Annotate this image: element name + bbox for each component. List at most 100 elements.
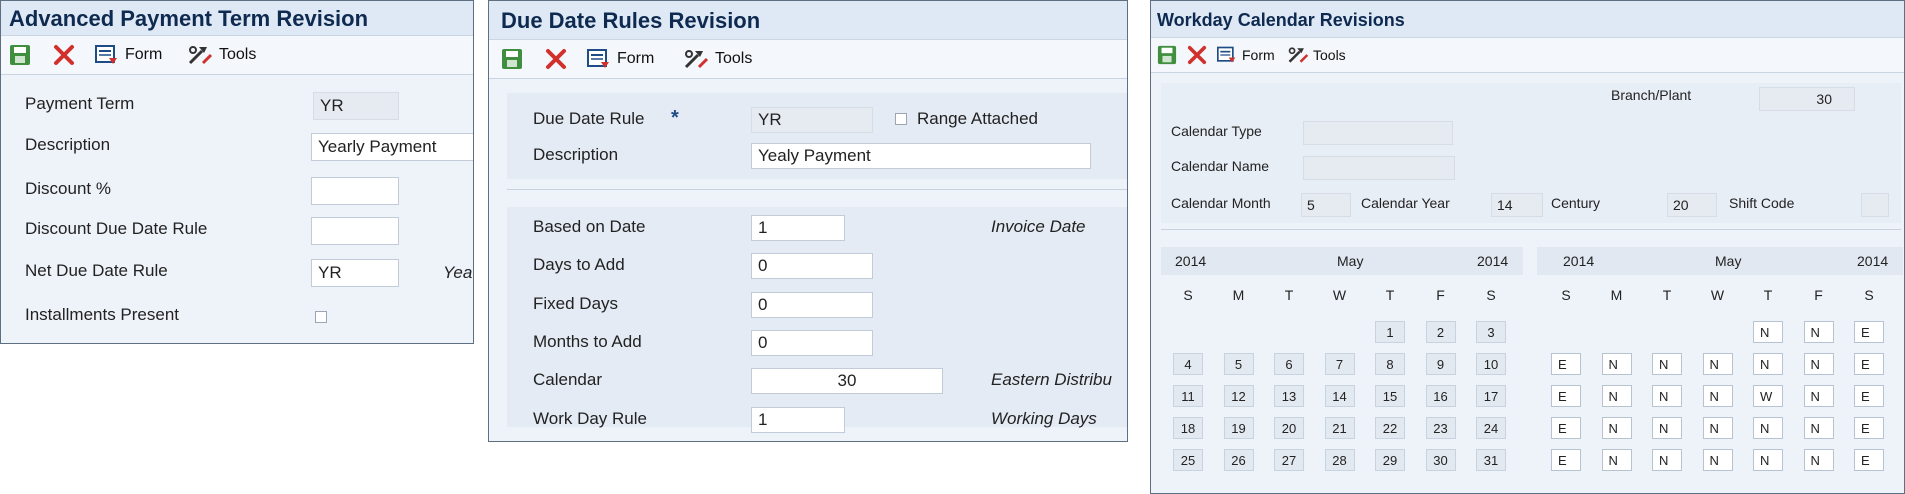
- calendar-name-field: [1303, 156, 1455, 180]
- workday-code-input[interactable]: N: [1652, 417, 1682, 439]
- tools-menu-label: Tools: [219, 46, 257, 63]
- day-of-week-header: W: [1332, 287, 1347, 303]
- calendar-day-cell: 6: [1274, 353, 1304, 375]
- workday-code-input[interactable]: N: [1753, 417, 1783, 439]
- net-due-date-rule-label: Net Due Date Rule: [25, 261, 168, 280]
- workday-code-input[interactable]: E: [1854, 449, 1884, 471]
- tools-icon: [188, 46, 213, 65]
- workday-code-input[interactable]: E: [1551, 385, 1581, 407]
- based-on-date-description: Invoice Date: [991, 217, 1086, 236]
- calendar-type-label: Calendar Type: [1171, 123, 1262, 139]
- calendar-name-label: Calendar Name: [1171, 158, 1270, 174]
- calendar-dates-grid: 2014 May 2014 S M T W T F S 1 2 3 4 5 6 7 8 9 10 11 12 13 14…: [1161, 247, 1523, 485]
- workday-code-input[interactable]: N: [1803, 321, 1834, 343]
- workday-code-input[interactable]: E: [1551, 417, 1581, 439]
- day-of-week-header: T: [1385, 287, 1395, 303]
- century-field: 20: [1667, 193, 1717, 217]
- workday-code-input[interactable]: N: [1702, 417, 1733, 439]
- tools-menu-button[interactable]: Tools: [1287, 45, 1346, 65]
- tools-menu-button[interactable]: Tools: [187, 44, 256, 66]
- months-to-add-label: Months to Add: [533, 332, 642, 351]
- calendar-input[interactable]: 30: [751, 368, 943, 394]
- calendar-label: Calendar: [533, 370, 602, 389]
- advanced-payment-term-panel: Advanced Payment Term Revision Form Tool…: [0, 0, 474, 344]
- workday-code-input[interactable]: N: [1803, 449, 1834, 471]
- delete-icon[interactable]: [545, 48, 567, 70]
- workday-code-input[interactable]: N: [1652, 385, 1682, 407]
- form-menu-button[interactable]: Form: [587, 48, 654, 70]
- form-icon: [587, 49, 609, 68]
- workday-code-input[interactable]: E: [1854, 385, 1884, 407]
- net-due-date-rule-input[interactable]: YR: [311, 259, 399, 287]
- workday-code-input[interactable]: E: [1854, 353, 1884, 375]
- calendar-year-left: 2014: [1563, 253, 1595, 269]
- workday-code-input[interactable]: N: [1601, 353, 1632, 375]
- discount-due-date-rule-input[interactable]: [311, 217, 399, 245]
- description-input[interactable]: Yealy Payment: [751, 143, 1091, 169]
- workday-code-input[interactable]: N: [1601, 385, 1632, 407]
- delete-icon[interactable]: [1187, 45, 1207, 65]
- workday-code-input[interactable]: N: [1753, 449, 1783, 471]
- workday-code-input[interactable]: N: [1753, 321, 1783, 343]
- calendar-header: 2014 May 2014: [1161, 247, 1523, 275]
- toolbar: Form Tools: [489, 40, 1127, 79]
- delete-icon[interactable]: [53, 44, 75, 66]
- workday-code-input[interactable]: N: [1652, 353, 1682, 375]
- form-menu-button[interactable]: Form: [95, 44, 162, 66]
- workday-code-input[interactable]: N: [1702, 385, 1733, 407]
- workday-code-input[interactable]: E: [1854, 321, 1884, 343]
- calendar-header: 2014 May 2014: [1537, 247, 1903, 275]
- panel-title: Workday Calendar Revisions: [1157, 10, 1405, 30]
- installments-present-checkbox[interactable]: [315, 311, 327, 323]
- months-to-add-input[interactable]: 0: [751, 330, 873, 356]
- days-to-add-input[interactable]: 0: [751, 253, 873, 279]
- based-on-date-input[interactable]: 1: [751, 215, 845, 241]
- payment-term-field: YR: [313, 92, 399, 120]
- calendar-day-cell: 1: [1375, 321, 1405, 343]
- day-of-week-header: T: [1763, 287, 1773, 303]
- calendar-year-right: 2014: [1857, 253, 1889, 269]
- workday-code-input[interactable]: E: [1551, 449, 1581, 471]
- workday-code-input[interactable]: N: [1803, 385, 1834, 407]
- panel-title-bar: Due Date Rules Revision: [489, 1, 1127, 40]
- form-menu-button[interactable]: Form: [1217, 45, 1275, 65]
- description-input[interactable]: Yearly Payment: [311, 133, 473, 161]
- range-attached-checkbox[interactable]: [895, 113, 907, 125]
- calendar-year-right: 2014: [1477, 253, 1509, 269]
- work-day-rule-input[interactable]: 1: [751, 407, 845, 433]
- discount-percent-input[interactable]: [311, 177, 399, 205]
- due-date-rule-label: Due Date Rule: [533, 109, 645, 128]
- workday-code-input[interactable]: E: [1551, 353, 1581, 375]
- workday-code-input[interactable]: N: [1753, 353, 1783, 375]
- calendar-description: Eastern Distribu: [991, 370, 1112, 389]
- calendar-day-cell: 13: [1274, 385, 1304, 407]
- save-icon[interactable]: [9, 44, 31, 66]
- fixed-days-input[interactable]: 0: [751, 292, 873, 318]
- calendar-day-cell: 28: [1324, 449, 1355, 471]
- workday-code-input[interactable]: N: [1652, 449, 1682, 471]
- save-icon[interactable]: [501, 48, 523, 70]
- day-of-week-header: F: [1436, 287, 1445, 303]
- tools-menu-label: Tools: [1313, 47, 1346, 63]
- workday-code-input[interactable]: N: [1702, 353, 1733, 375]
- shift-code-label: Shift Code: [1729, 195, 1795, 211]
- required-indicator: *: [671, 107, 679, 129]
- calendar-type-field: [1303, 121, 1453, 145]
- day-of-week-header: F: [1814, 287, 1823, 303]
- workday-code-input[interactable]: N: [1601, 417, 1632, 439]
- calendar-day-cell: 30: [1425, 449, 1456, 471]
- save-icon[interactable]: [1157, 45, 1177, 65]
- workday-code-input[interactable]: N: [1601, 449, 1632, 471]
- workday-code-input[interactable]: W: [1753, 385, 1783, 407]
- day-of-week-header: S: [1864, 287, 1874, 303]
- calendar-year-field: 14: [1491, 193, 1543, 217]
- calendar-day-cell: 10: [1476, 353, 1506, 375]
- workday-code-input[interactable]: N: [1803, 417, 1834, 439]
- workday-code-input[interactable]: N: [1803, 353, 1834, 375]
- calendar-day-cell: 11: [1173, 385, 1203, 407]
- workday-code-input[interactable]: N: [1702, 449, 1733, 471]
- branch-plant-value: 30: [1816, 91, 1832, 107]
- tools-menu-button[interactable]: Tools: [683, 48, 752, 70]
- branch-plant-field: 30: [1759, 87, 1855, 111]
- workday-code-input[interactable]: E: [1854, 417, 1884, 439]
